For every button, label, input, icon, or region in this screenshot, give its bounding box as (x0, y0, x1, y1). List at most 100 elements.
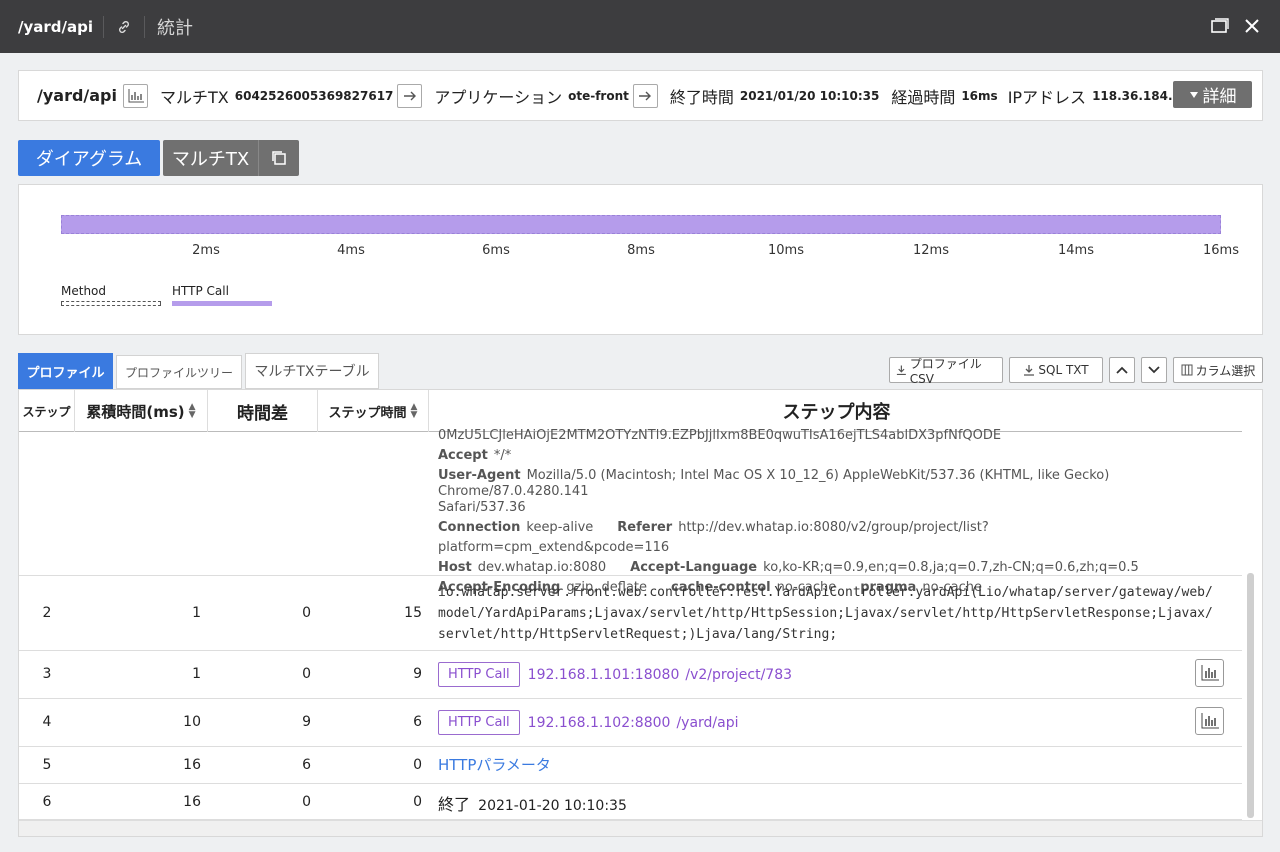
arrow-right-icon[interactable] (632, 83, 658, 108)
legend-method-swatch (61, 301, 161, 306)
profile-tabs: プロファイル プロファイルツリー マルチTXテーブル (18, 353, 379, 389)
header-line: Accept */* (438, 448, 512, 463)
legend-http-swatch (172, 301, 272, 306)
detail-button-label: 詳細 (1202, 87, 1237, 107)
columns-icon (1181, 364, 1193, 376)
link-icon[interactable] (114, 17, 134, 37)
tab-diagram[interactable]: ダイアグラム (18, 140, 160, 176)
tab-profile[interactable]: プロファイル (18, 353, 113, 389)
multi-tx-label: マルチTX (160, 87, 229, 107)
cell-cumulative: 10 (183, 714, 201, 730)
table-row[interactable]: 4 10 9 6 HTTP Call 192.168.1.102:8800 /y… (19, 699, 1244, 747)
column-select-button[interactable]: カラム選択 (1173, 357, 1263, 383)
elapsed-label: 経過時間 (891, 87, 956, 107)
legend-method: Method (61, 284, 107, 298)
cell-step: 4 (42, 714, 52, 730)
window-titlebar: /yard/api 統計 (0, 0, 1280, 53)
cell-cumulative: 16 (183, 794, 201, 810)
table-row[interactable]: 5 16 6 0 HTTPパラメータ (19, 747, 1244, 784)
legend-http-call: HTTP Call (172, 284, 229, 298)
cell-step-time: 0 (413, 794, 422, 810)
cell-step-time: 15 (404, 605, 422, 621)
bar-chart-icon[interactable] (123, 83, 148, 108)
tab-profile-tree[interactable]: プロファイルツリー (116, 355, 242, 389)
sql-txt-label: SQL TXT (1038, 363, 1089, 377)
header-line: 0MzU5LCJleHAiOjE2MTM2OTYzNTl9.EZPbJjlIxm… (438, 428, 1002, 443)
header-line: User-Agent Mozilla/5.0 (Macintosh; Intel … (438, 468, 1110, 515)
bar-chart-icon[interactable] (1195, 707, 1224, 735)
download-icon (896, 365, 906, 376)
cell-diff: 0 (302, 666, 311, 682)
chevron-up-icon[interactable] (1109, 357, 1135, 383)
divider (103, 15, 104, 38)
timeline-tick-label: 10ms (768, 243, 804, 258)
http-call-path[interactable]: /yard/api (676, 715, 738, 731)
timeline-tick-label: 16ms (1203, 243, 1239, 258)
header-cumulative-time[interactable]: 累積時間(ms) ▲ ▼ (75, 390, 208, 432)
header-line: Host dev.whatap.io:8080 Accept-Language ko,… (438, 560, 1139, 575)
http-parameter-content: HTTPパラメータ (438, 754, 1228, 775)
copy-icon[interactable] (258, 140, 299, 176)
http-call-bar[interactable] (61, 215, 1221, 234)
table-toolbar: プロファイルCSV SQL TXT カラム選択 (889, 357, 1263, 386)
http-call-host[interactable]: 192.168.1.102:8800 (528, 715, 671, 731)
http-call-badge: HTTP Call (438, 662, 520, 687)
timeline-tick-label: 12ms (913, 243, 949, 258)
caret-down-icon (1189, 91, 1198, 98)
titlebar-path: /yard/api (18, 17, 93, 36)
titlebar-title: 統計 (157, 17, 193, 39)
scrollbar-thumb[interactable] (1247, 573, 1254, 818)
application-value: ote-front (568, 88, 629, 103)
http-parameter-link[interactable]: HTTPパラメータ (438, 756, 551, 774)
bar-chart-icon[interactable] (1195, 659, 1224, 687)
maximize-icon[interactable] (1210, 16, 1230, 36)
profile-table: ステップ 累積時間(ms) ▲ ▼ 時間差 ステップ時間 ▲ ▼ ステップ内容 0MzU… (18, 389, 1263, 837)
multi-tx-value: 6042526005369827617 (234, 88, 394, 103)
table-row[interactable]: 3 1 0 9 HTTP Call 192.168.1.101:18080 /v… (19, 651, 1244, 699)
http-call-content: HTTP Call 192.168.1.101:18080 /v2/projec… (438, 662, 1228, 687)
arrow-right-icon[interactable] (397, 83, 423, 108)
header-line: Connection keep-alive Referer http://dev.wh… (438, 520, 989, 555)
header-step[interactable]: ステップ (19, 390, 75, 432)
table-row[interactable]: 2 1 0 15 io.whatap.server.front.web.cont… (19, 576, 1244, 651)
cell-diff: 0 (302, 605, 311, 621)
detail-button[interactable]: 詳細 (1173, 81, 1252, 108)
end-time-label: 終了時間 (669, 87, 734, 107)
vertical-scrollbar[interactable] (1242, 390, 1262, 836)
close-icon[interactable] (1242, 16, 1262, 36)
table-row[interactable]: 0MzU5LCJleHAiOjE2MTM2OTYzNTl9.EZPbJjlIxm… (19, 428, 1244, 595)
cell-cumulative: 1 (192, 605, 201, 621)
timeline-tick-label: 14ms (1058, 243, 1094, 258)
cell-step: 6 (42, 794, 52, 810)
download-icon (1024, 365, 1035, 376)
cell-diff: 0 (302, 794, 311, 810)
sql-txt-button[interactable]: SQL TXT (1009, 357, 1103, 383)
http-call-host[interactable]: 192.168.1.101:18080 (528, 667, 680, 683)
cell-step: 2 (42, 605, 52, 621)
tab-multi-tx-table[interactable]: マルチTXテーブル (245, 353, 379, 389)
cell-step: 3 (42, 666, 52, 682)
cell-diff: 9 (302, 714, 311, 730)
end-time-value: 2021/01/20 10:10:35 (739, 88, 880, 103)
cell-step: 5 (42, 757, 52, 773)
end-timestamp: 2021-01-20 10:10:35 (478, 798, 627, 814)
table-row[interactable]: 6 16 0 0 終了 2021-01-20 10:10:35 (19, 784, 1244, 820)
http-call-path[interactable]: /v2/project/783 (685, 667, 792, 683)
divider (144, 15, 145, 38)
chevron-down-icon[interactable] (1141, 357, 1167, 383)
tab-multi-tx[interactable]: マルチTX (163, 140, 258, 176)
header-step-time[interactable]: ステップ時間 ▲ ▼ (318, 390, 429, 432)
header-time-diff[interactable]: 時間差 (208, 390, 318, 432)
profile-csv-button[interactable]: プロファイルCSV (889, 357, 1003, 386)
transaction-summary: /yard/api マルチTX 6042526005369827617 アプリケ… (18, 70, 1263, 121)
timeline-diagram: 2ms 4ms 6ms 8ms 10ms 12ms 14ms 16ms Method HTTP… (18, 184, 1263, 335)
timeline-tick-label: 8ms (627, 243, 655, 258)
end-label: 終了 (438, 795, 471, 814)
end-content: 終了 2021-01-20 10:10:35 (438, 791, 1228, 815)
summary-path: /yard/api (37, 86, 117, 105)
cell-step-time: 6 (413, 714, 422, 730)
view-tabs: ダイアグラム マルチTX (18, 140, 299, 176)
ip-label: IPアドレス (1007, 87, 1087, 107)
sort-icon: ▲ ▼ (410, 402, 418, 420)
cell-diff: 6 (302, 757, 311, 773)
